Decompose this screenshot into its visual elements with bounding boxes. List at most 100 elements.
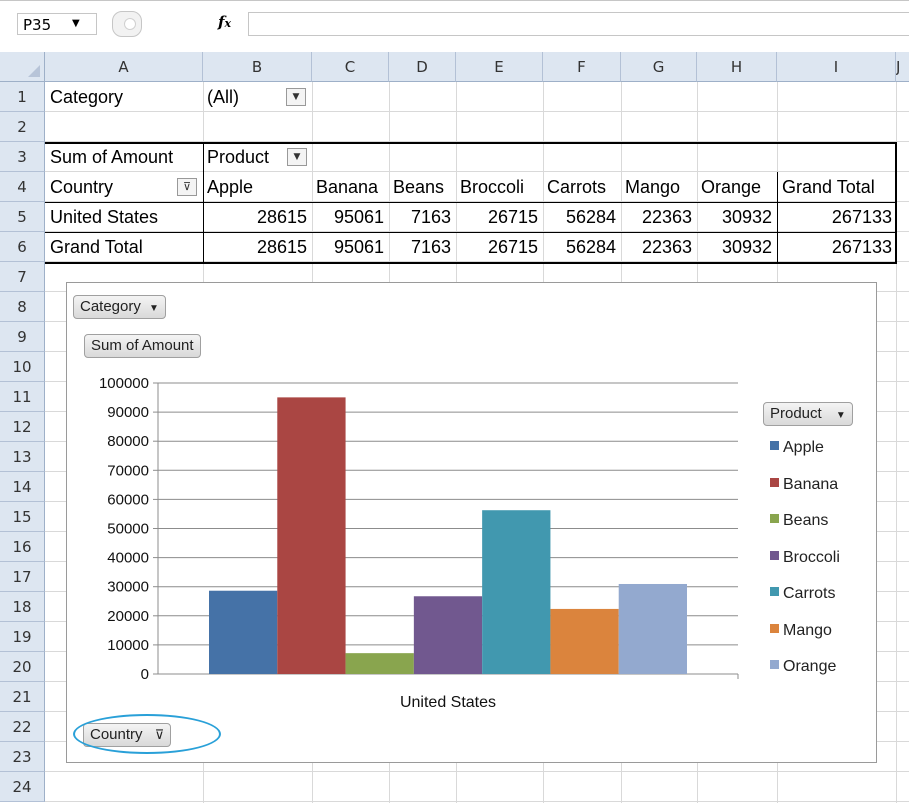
row-header[interactable]: 12 (0, 412, 45, 442)
legend-label: Broccoli (783, 548, 840, 566)
value-cell[interactable]: 95061 (312, 232, 384, 262)
column-header-e[interactable]: E (456, 52, 543, 82)
formula-cancel-icon[interactable] (112, 11, 142, 37)
value-cell[interactable]: 22363 (621, 232, 692, 262)
row-header[interactable]: 6 (0, 232, 45, 262)
header-carrots[interactable]: Carrots (547, 172, 606, 202)
column-header-a[interactable]: A (45, 52, 203, 82)
row-label-united-states[interactable]: United States (50, 202, 158, 232)
legend-item-beans[interactable]: Beans (770, 511, 828, 531)
row-header[interactable]: 14 (0, 472, 45, 502)
value-cell[interactable]: 26715 (456, 202, 538, 232)
column-header-h[interactable]: H (697, 52, 777, 82)
pivot-row-field[interactable]: Country (50, 172, 113, 202)
row-header[interactable]: 7 (0, 262, 45, 292)
select-all-corner[interactable] (0, 52, 45, 82)
value-cell[interactable]: 28615 (203, 232, 307, 262)
value-cell[interactable]: 56284 (543, 202, 616, 232)
y-tick-label: 30000 (107, 579, 149, 596)
filter-dropdown-icon[interactable]: ▼ (286, 88, 306, 106)
country-filter-icon[interactable]: ⊽ (177, 178, 197, 196)
legend-swatch (770, 441, 779, 451)
row-header[interactable]: 3 (0, 142, 45, 172)
column-header-c[interactable]: C (312, 52, 389, 82)
row-header[interactable]: 11 (0, 382, 45, 412)
legend-item-orange[interactable]: Orange (770, 657, 836, 677)
value-cell[interactable]: 22363 (621, 202, 692, 232)
row-header[interactable]: 19 (0, 622, 45, 652)
header-grand-total[interactable]: Grand Total (782, 172, 875, 202)
total-cell[interactable]: 267133 (777, 202, 892, 232)
header-orange[interactable]: Orange (701, 172, 761, 202)
pivot-border (895, 142, 897, 264)
value-cell[interactable]: 56284 (543, 232, 616, 262)
bar-mango (550, 608, 619, 674)
bar-banana (277, 397, 346, 674)
column-header-d[interactable]: D (389, 52, 456, 82)
row-header[interactable]: 13 (0, 442, 45, 472)
legend-item-mango[interactable]: Mango (770, 621, 832, 641)
header-mango[interactable]: Mango (625, 172, 680, 202)
legend-label: Carrots (783, 585, 836, 602)
column-header-f[interactable]: F (543, 52, 621, 82)
row-header[interactable]: 18 (0, 592, 45, 622)
row-header[interactable]: 15 (0, 502, 45, 532)
row-header[interactable]: 21 (0, 682, 45, 712)
y-tick-label: 50000 (107, 521, 149, 538)
pivot-column-field[interactable]: Product (207, 142, 269, 172)
column-header-i[interactable]: I (777, 52, 896, 82)
value-cell[interactable]: 95061 (312, 202, 384, 232)
name-box[interactable]: P35 (17, 13, 97, 35)
insert-function-icon[interactable]: fx (218, 13, 231, 31)
row-label-grand-total[interactable]: Grand Total (50, 232, 143, 262)
grid-line (45, 801, 909, 802)
legend-item-broccoli[interactable]: Broccoli (770, 548, 840, 568)
row-header[interactable]: 9 (0, 322, 45, 352)
pivot-filter-value[interactable]: (All) (207, 82, 239, 112)
y-tick-label: 20000 (107, 608, 149, 625)
chevron-down-icon: ▼ (835, 410, 846, 421)
value-cell[interactable]: 7163 (389, 202, 451, 232)
total-cell[interactable]: 267133 (777, 232, 892, 262)
column-header-b[interactable]: B (203, 52, 312, 82)
header-beans[interactable]: Beans (393, 172, 444, 202)
row-header[interactable]: 24 (0, 772, 45, 802)
column-header-j[interactable]: J (896, 52, 909, 82)
legend-item-banana[interactable]: Banana (770, 475, 838, 495)
header-banana[interactable]: Banana (316, 172, 378, 202)
chevron-down-icon[interactable]: ▼ (72, 13, 80, 35)
value-cell[interactable]: 28615 (203, 202, 307, 232)
y-tick-label: 0 (141, 666, 149, 683)
legend-swatch (770, 477, 779, 487)
header-broccoli[interactable]: Broccoli (460, 172, 524, 202)
legend-label: Beans (783, 512, 829, 529)
legend-label: Orange (783, 658, 837, 675)
value-cell[interactable]: 30932 (697, 202, 772, 232)
bar-apple (209, 590, 278, 674)
row-header[interactable]: 23 (0, 742, 45, 772)
legend-item-apple[interactable]: Apple (770, 438, 824, 458)
legend-swatch (770, 623, 779, 633)
pivot-values-label[interactable]: Sum of Amount (50, 142, 173, 172)
row-header[interactable]: 4 (0, 172, 45, 202)
value-cell[interactable]: 30932 (697, 232, 772, 262)
product-dropdown-icon[interactable]: ▼ (287, 148, 307, 166)
value-cell[interactable]: 26715 (456, 232, 538, 262)
value-cell[interactable]: 7163 (389, 232, 451, 262)
row-header[interactable]: 22 (0, 712, 45, 742)
row-header[interactable]: 20 (0, 652, 45, 682)
pivot-chart[interactable]: Category ▼ Sum of Amount 0 10000 20000 3000… (66, 282, 877, 763)
pivot-filter-label[interactable]: Category (50, 82, 123, 112)
formula-input[interactable] (248, 12, 909, 36)
row-header[interactable]: 17 (0, 562, 45, 592)
header-apple[interactable]: Apple (207, 172, 253, 202)
column-header-g[interactable]: G (621, 52, 697, 82)
row-header[interactable]: 10 (0, 352, 45, 382)
row-header[interactable]: 5 (0, 202, 45, 232)
row-header[interactable]: 2 (0, 112, 45, 142)
row-header[interactable]: 8 (0, 292, 45, 322)
row-header[interactable]: 16 (0, 532, 45, 562)
chart-product-button[interactable]: Product ▼ (763, 402, 853, 426)
legend-item-carrots[interactable]: Carrots (770, 584, 835, 604)
row-header[interactable]: 1 (0, 82, 45, 112)
